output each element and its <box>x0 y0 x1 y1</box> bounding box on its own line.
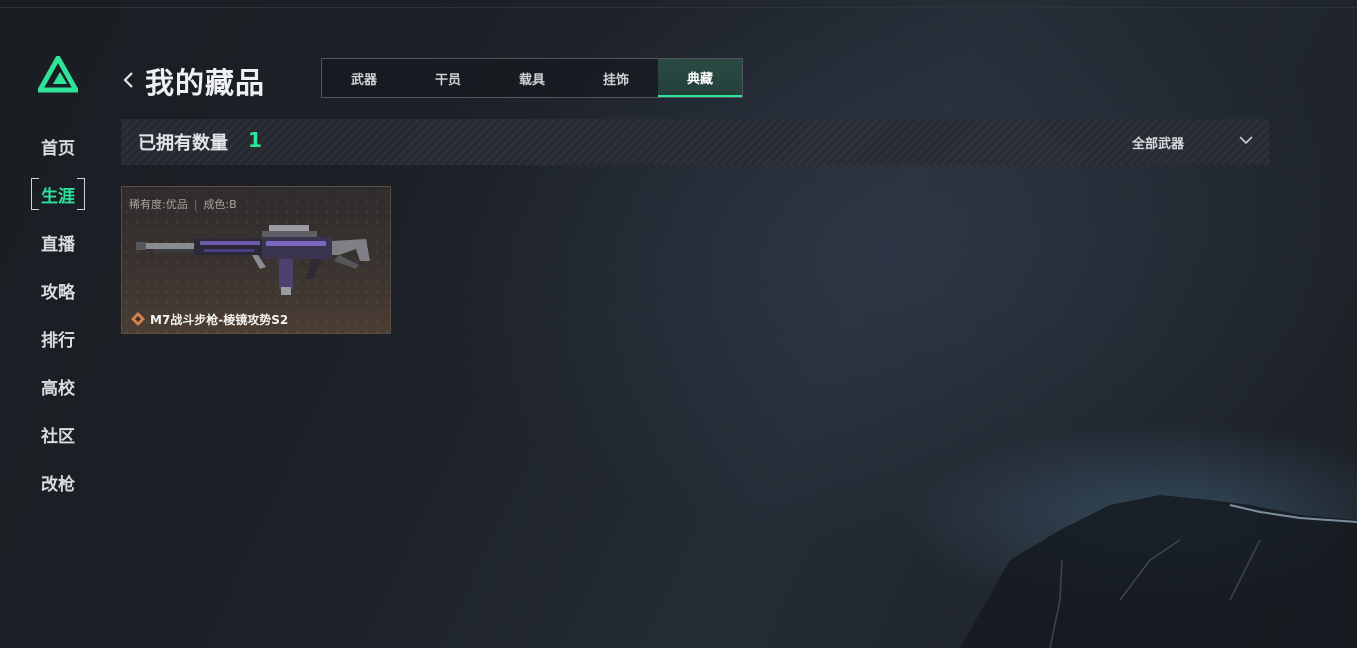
tab-label: 武器 <box>350 72 377 88</box>
tab-charms[interactable]: 挂饰 <box>574 59 658 97</box>
sidebar-item-label: 攻略 <box>41 282 75 303</box>
back-chevron-icon[interactable] <box>120 70 136 90</box>
top-divider <box>0 7 1357 8</box>
category-tabs: 武器 干员 载具 挂饰 典藏 <box>321 58 743 98</box>
tab-operators[interactable]: 干员 <box>406 59 490 97</box>
sidebar-item-community[interactable]: 社区 <box>30 418 86 450</box>
sidebar-item-label: 生涯 <box>41 186 75 207</box>
sidebar-item-live[interactable]: 直播 <box>30 226 86 258</box>
page-title: 我的藏品 <box>145 66 266 100</box>
tab-label: 典藏 <box>686 71 713 87</box>
sidebar-item-label: 排行 <box>41 330 75 351</box>
tab-vehicles[interactable]: 载具 <box>490 59 574 97</box>
item-meta: 稀有度:优品 | 成色:B <box>129 196 237 212</box>
weapon-filter-dropdown[interactable]: 全部武器 <box>1132 133 1184 152</box>
sidebar-nav: 首页 生涯 直播 攻略 排行 高校 社区 改枪 <box>30 130 86 514</box>
tab-label: 挂饰 <box>602 72 629 88</box>
sidebar-item-campus[interactable]: 高校 <box>30 370 86 402</box>
sidebar-item-career[interactable]: 生涯 <box>30 178 86 210</box>
sidebar-item-gunsmith[interactable]: 改枪 <box>30 466 86 498</box>
owned-count-label: 已拥有数量 <box>138 133 228 154</box>
owned-summary-bar: 已拥有数量 1 全部武器 <box>121 119 1269 165</box>
item-rarity: 稀有度:优品 <box>129 198 188 211</box>
owned-count-value: 1 <box>248 128 262 152</box>
sidebar-item-label: 社区 <box>41 426 75 447</box>
tab-label: 干员 <box>434 72 461 88</box>
sidebar-item-home[interactable]: 首页 <box>30 130 86 162</box>
tab-collection[interactable]: 典藏 <box>658 59 742 97</box>
item-condition: 成色:B <box>203 198 237 211</box>
collection-item-card[interactable]: 稀有度:优品 | 成色:B M7战斗步枪-棱镜攻势S2 <box>121 186 391 334</box>
tab-label: 载具 <box>518 72 545 88</box>
sidebar-item-label: 直播 <box>41 234 75 255</box>
sidebar-item-label: 首页 <box>41 138 75 159</box>
tab-weapons[interactable]: 武器 <box>322 59 406 97</box>
sidebar-item-guides[interactable]: 攻略 <box>30 274 86 306</box>
sidebar-item-ranking[interactable]: 排行 <box>30 322 86 354</box>
rarity-diamond-icon <box>131 312 145 326</box>
sidebar-item-label: 高校 <box>41 378 75 399</box>
rifle-icon <box>136 225 370 295</box>
item-name: M7战斗步枪-棱镜攻势S2 <box>150 313 289 327</box>
meta-separator: | <box>193 198 198 211</box>
sidebar-item-label: 改枪 <box>41 474 75 495</box>
chevron-down-icon[interactable] <box>1238 134 1254 146</box>
app-logo-icon[interactable] <box>38 56 78 94</box>
